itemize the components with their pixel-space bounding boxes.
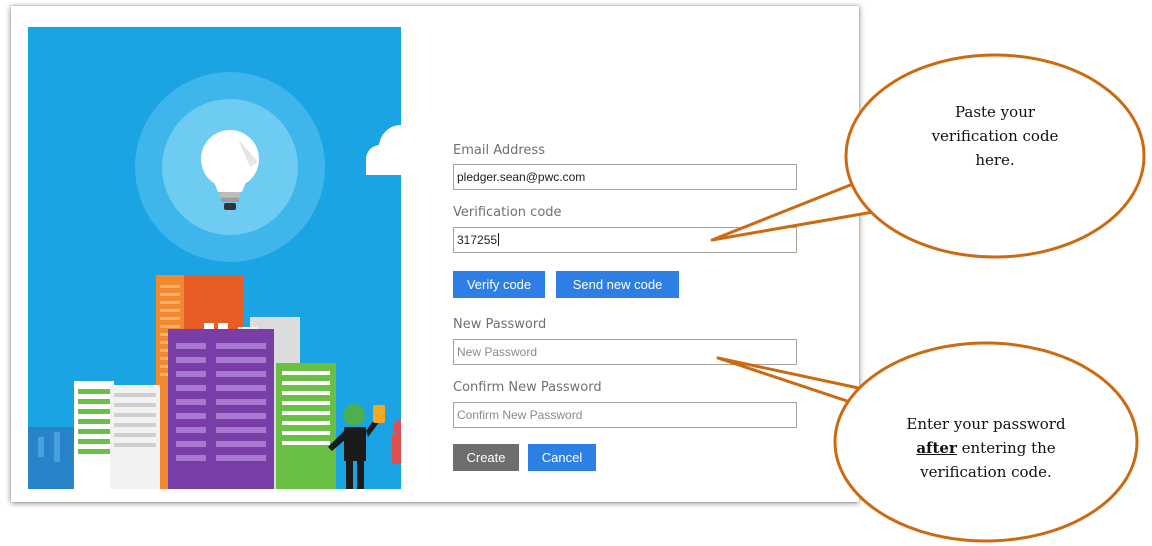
callout-code-text: Paste your verification code here. [880,100,1110,172]
callout-password-emphasis: after [916,439,957,457]
callout-password-text: Enter your password after entering the v… [866,412,1106,484]
callout-code-line2: verification code [931,127,1059,145]
callout-password-line3: verification code. [920,463,1052,481]
callout-password-line2: entering the [956,439,1056,457]
callout-password-line1: Enter your password [906,415,1066,433]
callout-code-line1: Paste your [954,103,1036,121]
callout-code-line3: here. [975,151,1015,169]
